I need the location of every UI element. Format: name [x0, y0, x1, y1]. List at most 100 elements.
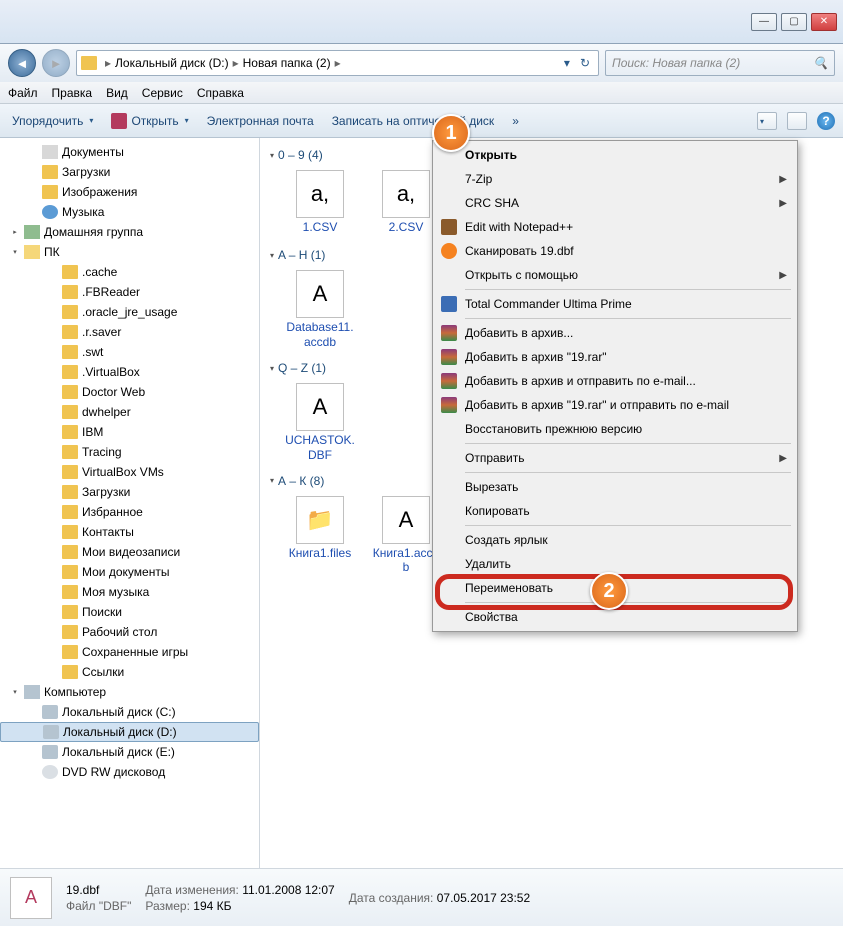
- tree-item[interactable]: Моя музыка: [0, 582, 259, 602]
- menu-tools[interactable]: Сервис: [142, 86, 183, 100]
- tree-item[interactable]: Tracing: [0, 442, 259, 462]
- menu-help[interactable]: Справка: [197, 86, 244, 100]
- tree-item[interactable]: ▾ПК: [0, 242, 259, 262]
- close-button[interactable]: ✕: [811, 13, 837, 31]
- tree-label: Локальный диск (E:): [62, 745, 175, 759]
- file-item[interactable]: AUCHASTOK.DBF: [284, 383, 356, 462]
- tree-item[interactable]: Doctor Web: [0, 382, 259, 402]
- more-button[interactable]: »: [508, 112, 523, 130]
- tree-item[interactable]: ▾Компьютер: [0, 682, 259, 702]
- menu-view[interactable]: Вид: [106, 86, 128, 100]
- tree-item[interactable]: Мои документы: [0, 562, 259, 582]
- minimize-button[interactable]: —: [751, 13, 777, 31]
- file-item[interactable]: a,1.CSV: [284, 170, 356, 236]
- folder-icon: [62, 445, 78, 459]
- open-button[interactable]: Открыть: [107, 111, 192, 131]
- context-menu-item[interactable]: Открыть: [435, 143, 795, 167]
- view-mode-button[interactable]: [757, 112, 777, 130]
- tree-item[interactable]: Локальный диск (C:): [0, 702, 259, 722]
- back-button[interactable]: ◄: [8, 49, 36, 77]
- tree-item[interactable]: Документы: [0, 142, 259, 162]
- file-item[interactable]: ADatabase11.accdb: [284, 270, 356, 349]
- disk-icon: [43, 725, 59, 739]
- tree-item[interactable]: ▸Домашняя группа: [0, 222, 259, 242]
- tree-item[interactable]: DVD RW дисковод: [0, 762, 259, 782]
- annotation-badge-1: 1: [432, 114, 470, 152]
- menu-file[interactable]: Файл: [8, 86, 38, 100]
- tc-icon: [441, 296, 457, 312]
- menu-bar: Файл Правка Вид Сервис Справка: [0, 82, 843, 104]
- tree-item[interactable]: Рабочий стол: [0, 622, 259, 642]
- context-menu-item[interactable]: Сканировать 19.dbf: [435, 239, 795, 263]
- context-menu-item[interactable]: Отправить▶: [435, 446, 795, 470]
- organize-button[interactable]: Упорядочить: [8, 112, 97, 130]
- tree-item[interactable]: .VirtualBox: [0, 362, 259, 382]
- context-menu[interactable]: Открыть7-Zip▶CRC SHA▶Edit with Notepad++…: [432, 140, 798, 632]
- context-menu-item[interactable]: Вырезать: [435, 475, 795, 499]
- context-menu-item[interactable]: Создать ярлык: [435, 528, 795, 552]
- tree-item[interactable]: Локальный диск (E:): [0, 742, 259, 762]
- search-input[interactable]: Поиск: Новая папка (2) 🔍: [605, 50, 835, 76]
- breadcrumb-seg[interactable]: Локальный диск (D:): [115, 56, 229, 70]
- file-icon: a,: [382, 170, 430, 218]
- tree-label: dwhelper: [82, 405, 131, 419]
- folder-icon: [62, 425, 78, 439]
- tree-item[interactable]: .cache: [0, 262, 259, 282]
- tree-label: Контакты: [82, 525, 134, 539]
- context-menu-item[interactable]: Добавить в архив "19.rar" и отправить по…: [435, 393, 795, 417]
- folder-icon: [42, 165, 58, 179]
- context-menu-item[interactable]: Edit with Notepad++: [435, 215, 795, 239]
- context-menu-item[interactable]: CRC SHA▶: [435, 191, 795, 215]
- tree-item[interactable]: Загрузки: [0, 162, 259, 182]
- tree-item[interactable]: .r.saver: [0, 322, 259, 342]
- maximize-button[interactable]: ▢: [781, 13, 807, 31]
- context-menu-item[interactable]: Добавить в архив...: [435, 321, 795, 345]
- tree-item[interactable]: dwhelper: [0, 402, 259, 422]
- nav-tree[interactable]: ДокументыЗагрузкиИзображенияМузыка▸Домаш…: [0, 138, 260, 868]
- dropdown-icon[interactable]: ▾: [560, 56, 574, 70]
- tree-item[interactable]: IBM: [0, 422, 259, 442]
- refresh-icon[interactable]: ↻: [576, 56, 594, 70]
- details-size-label: Размер:: [145, 899, 190, 913]
- context-menu-item[interactable]: Копировать: [435, 499, 795, 523]
- tree-label: Локальный диск (D:): [63, 725, 177, 739]
- tree-item[interactable]: Контакты: [0, 522, 259, 542]
- context-menu-item[interactable]: Открыть с помощью▶: [435, 263, 795, 287]
- tree-item[interactable]: Мои видеозаписи: [0, 542, 259, 562]
- search-placeholder: Поиск: Новая папка (2): [612, 56, 740, 70]
- tree-item[interactable]: Изображения: [0, 182, 259, 202]
- email-button[interactable]: Электронная почта: [203, 112, 318, 130]
- breadcrumb-seg[interactable]: Новая папка (2): [243, 56, 331, 70]
- tree-item[interactable]: Избранное: [0, 502, 259, 522]
- tree-item[interactable]: Сохраненные игры: [0, 642, 259, 662]
- file-label: Database11.accdb: [284, 320, 356, 349]
- context-menu-item[interactable]: 7-Zip▶: [435, 167, 795, 191]
- file-item[interactable]: 📁Книга1.files: [284, 496, 356, 575]
- tree-item[interactable]: Загрузки: [0, 482, 259, 502]
- menu-label: Добавить в архив...: [465, 326, 573, 340]
- menu-label: Добавить в архив "19.rar" и отправить по…: [465, 398, 729, 412]
- tree-item[interactable]: Музыка: [0, 202, 259, 222]
- breadcrumb[interactable]: ▸ Локальный диск (D:) ▸ Новая папка (2) …: [76, 50, 599, 76]
- tree-item[interactable]: .FBReader: [0, 282, 259, 302]
- context-menu-item[interactable]: Восстановить прежнюю версию: [435, 417, 795, 441]
- menu-edit[interactable]: Правка: [52, 86, 93, 100]
- tree-item[interactable]: .oracle_jre_usage: [0, 302, 259, 322]
- menu-label: Вырезать: [465, 480, 518, 494]
- tree-item[interactable]: VirtualBox VMs: [0, 462, 259, 482]
- context-menu-item[interactable]: Добавить в архив "19.rar": [435, 345, 795, 369]
- tree-item[interactable]: .swt: [0, 342, 259, 362]
- tree-item[interactable]: Локальный диск (D:): [0, 722, 259, 742]
- tree-item[interactable]: Ссылки: [0, 662, 259, 682]
- context-menu-item[interactable]: Total Commander Ultima Prime: [435, 292, 795, 316]
- details-mod-label: Дата изменения:: [145, 883, 239, 897]
- tree-item[interactable]: Поиски: [0, 602, 259, 622]
- context-menu-item[interactable]: Добавить в архив и отправить по e-mail..…: [435, 369, 795, 393]
- folder-icon: [62, 405, 78, 419]
- preview-pane-button[interactable]: [787, 112, 807, 130]
- tree-label: Компьютер: [44, 685, 106, 699]
- burn-button[interactable]: Записать на оптический диск: [328, 112, 499, 130]
- tree-label: Изображения: [62, 185, 137, 199]
- forward-button[interactable]: ►: [42, 49, 70, 77]
- help-icon[interactable]: ?: [817, 112, 835, 130]
